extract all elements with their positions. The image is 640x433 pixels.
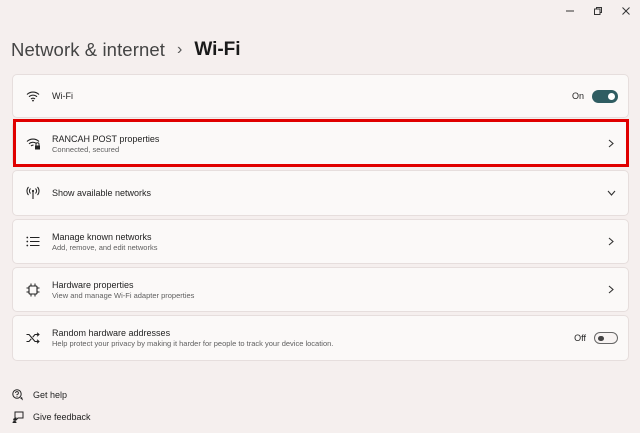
wifi-state-label: On — [571, 91, 584, 101]
chevron-right-icon — [606, 139, 616, 149]
close-button[interactable] — [612, 0, 640, 22]
show-available-networks-title: Show available networks — [52, 188, 152, 198]
hardware-properties-card[interactable]: Hardware properties View and manage Wi-F… — [12, 267, 629, 312]
give-feedback-label: Give feedback — [33, 411, 91, 422]
shuffle-icon — [25, 330, 41, 346]
manage-known-networks-subtitle: Add, remove, and edit networks — [52, 242, 158, 252]
feedback-icon — [12, 411, 24, 423]
antenna-icon — [25, 185, 41, 201]
get-help-link[interactable]: Get help — [12, 386, 91, 403]
manage-known-networks-title: Manage known networks — [52, 231, 152, 242]
restore-button[interactable] — [584, 0, 612, 22]
network-properties-card[interactable]: RANCAH POST properties Connected, secure… — [12, 121, 629, 166]
chevron-right-icon — [606, 237, 616, 247]
wifi-secured-icon — [25, 136, 41, 152]
breadcrumb: Network & internet › Wi-Fi — [11, 37, 241, 63]
page-title: Wi-Fi — [194, 39, 241, 60]
chip-icon — [25, 282, 41, 298]
chevron-down-icon — [606, 188, 616, 198]
restore-icon — [594, 7, 602, 15]
minimize-icon — [566, 10, 574, 12]
minimize-button[interactable] — [556, 0, 584, 22]
wifi-toggle-card[interactable]: Wi-Fi On — [12, 74, 629, 118]
network-status: Connected, secured — [52, 144, 120, 154]
list-icon — [25, 234, 41, 250]
random-hardware-addresses-title: Random hardware addresses — [52, 328, 171, 338]
show-available-networks-card[interactable]: Show available networks — [12, 170, 629, 216]
chevron-right-icon — [606, 285, 616, 295]
give-feedback-link[interactable]: Give feedback — [12, 408, 91, 425]
random-addresses-state-label: Off — [574, 333, 586, 343]
wifi-title: Wi-Fi — [52, 91, 73, 101]
network-properties-title: RANCAH POST properties — [52, 133, 160, 144]
random-addresses-toggle[interactable] — [594, 332, 618, 344]
help-links: Get help Give feedback — [12, 386, 91, 430]
manage-known-networks-card[interactable]: Manage known networks Add, remove, and e… — [12, 219, 629, 264]
hardware-properties-title: Hardware properties — [52, 279, 134, 290]
help-chat-icon — [12, 388, 24, 401]
breadcrumb-separator: › — [176, 41, 183, 58]
window-controls — [556, 0, 640, 22]
close-icon — [622, 7, 630, 15]
get-help-label: Get help — [33, 389, 68, 400]
wifi-toggle[interactable] — [592, 89, 618, 103]
random-hardware-addresses-subtitle: Help protect your privacy by making it h… — [52, 339, 334, 348]
random-hardware-addresses-card[interactable]: Random hardware addresses Help protect y… — [12, 315, 629, 361]
hardware-properties-subtitle: View and manage Wi-Fi adapter properties — [52, 290, 195, 300]
wifi-icon — [25, 88, 41, 104]
breadcrumb-parent-link[interactable]: Network & internet — [11, 39, 165, 61]
